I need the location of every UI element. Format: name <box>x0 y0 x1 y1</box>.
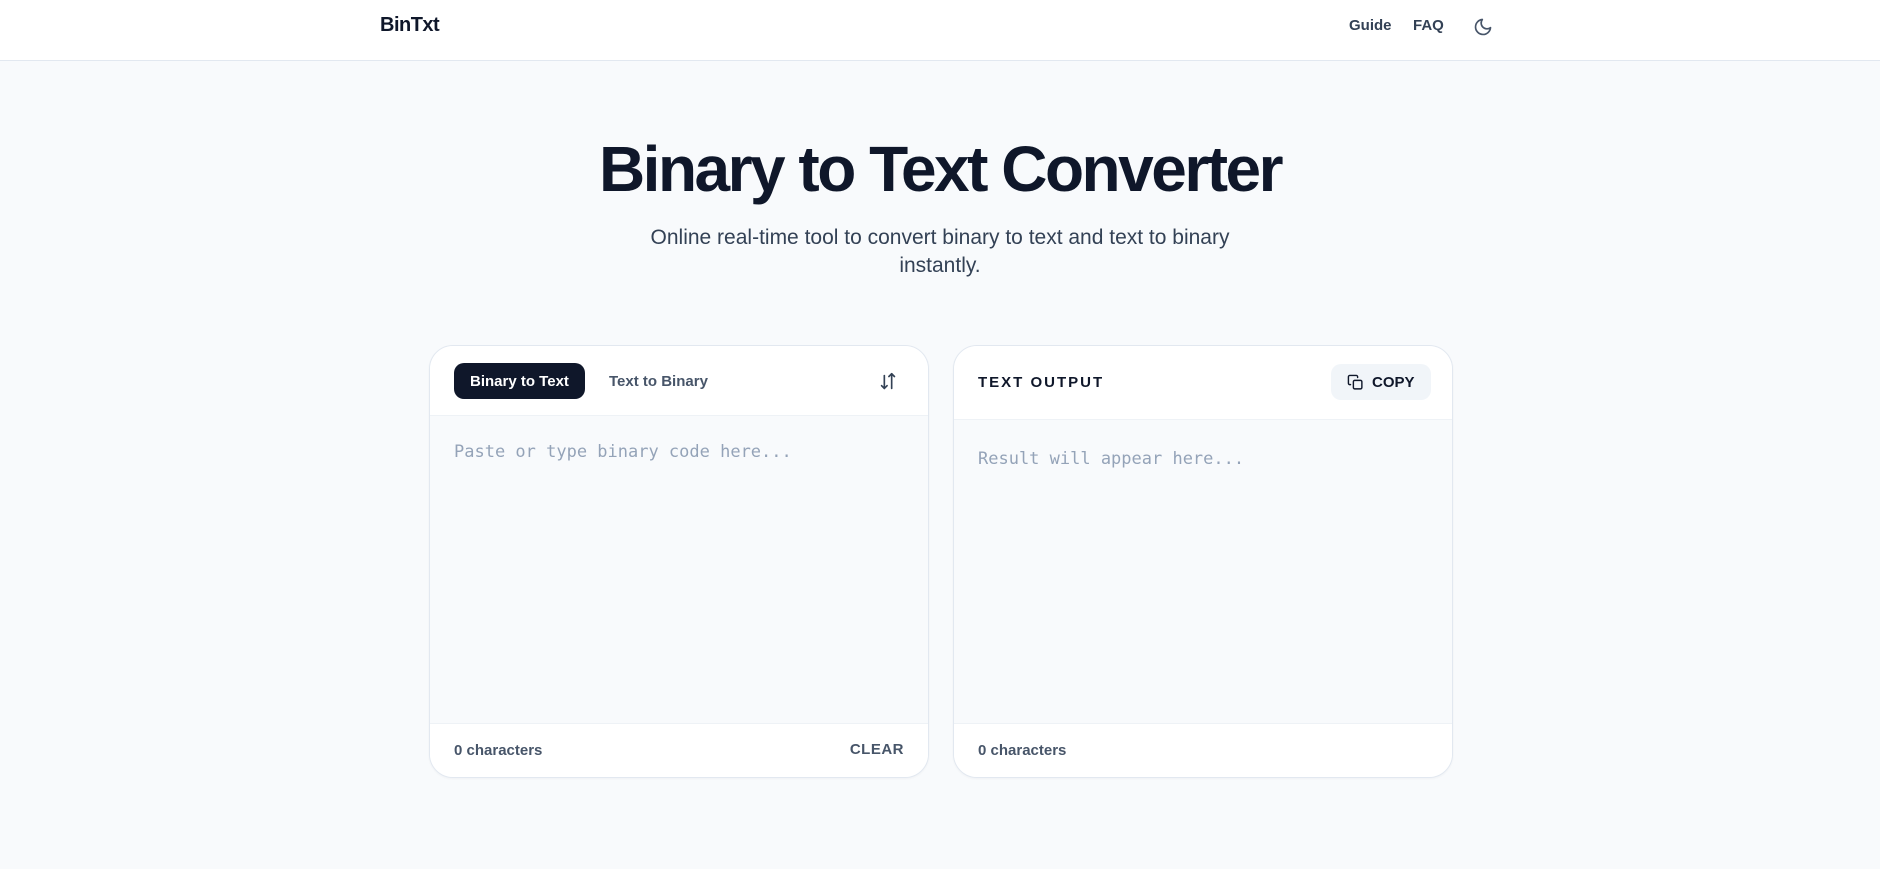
input-panel-header: Binary to Text Text to Binary <box>430 346 928 416</box>
tab-binary-to-text[interactable]: Binary to Text <box>454 363 585 399</box>
output-panel-footer: 0 characters <box>954 723 1452 777</box>
output-char-count: 0 characters <box>978 742 1067 759</box>
input-char-count: 0 characters <box>454 742 543 759</box>
moon-icon <box>1474 18 1492 36</box>
copy-icon <box>1347 374 1363 390</box>
brand-logo[interactable]: BinTxt <box>380 14 440 37</box>
copy-button-label: COPY <box>1372 373 1415 391</box>
tab-text-to-binary[interactable]: Text to Binary <box>593 363 724 399</box>
page-title: Binary to Text Converter <box>598 133 1284 205</box>
text-output[interactable]: Result will appear here... <box>978 449 1244 469</box>
output-panel-header: TEXT OUTPUT COPY <box>954 346 1452 420</box>
copy-button[interactable]: COPY <box>1331 364 1431 400</box>
input-panel-footer: 0 characters CLEAR <box>430 723 928 777</box>
input-panel: Binary to Text Text to Binary 0 characte… <box>429 345 929 778</box>
swap-vertical-icon <box>880 372 896 390</box>
top-navigation-bar: BinTxt Guide FAQ <box>0 0 1880 61</box>
output-panel: TEXT OUTPUT COPY Result will appear here… <box>953 345 1453 778</box>
page-subtitle: Online real-time tool to convert binary … <box>650 226 1230 277</box>
theme-toggle-button[interactable] <box>1471 15 1495 39</box>
swap-direction-button[interactable] <box>874 368 902 396</box>
binary-input[interactable] <box>430 416 928 724</box>
output-label: TEXT OUTPUT <box>978 374 1105 391</box>
nav-link-guide[interactable]: Guide <box>1349 17 1392 34</box>
nav-link-faq[interactable]: FAQ <box>1413 17 1444 34</box>
clear-button[interactable]: CLEAR <box>850 741 904 758</box>
